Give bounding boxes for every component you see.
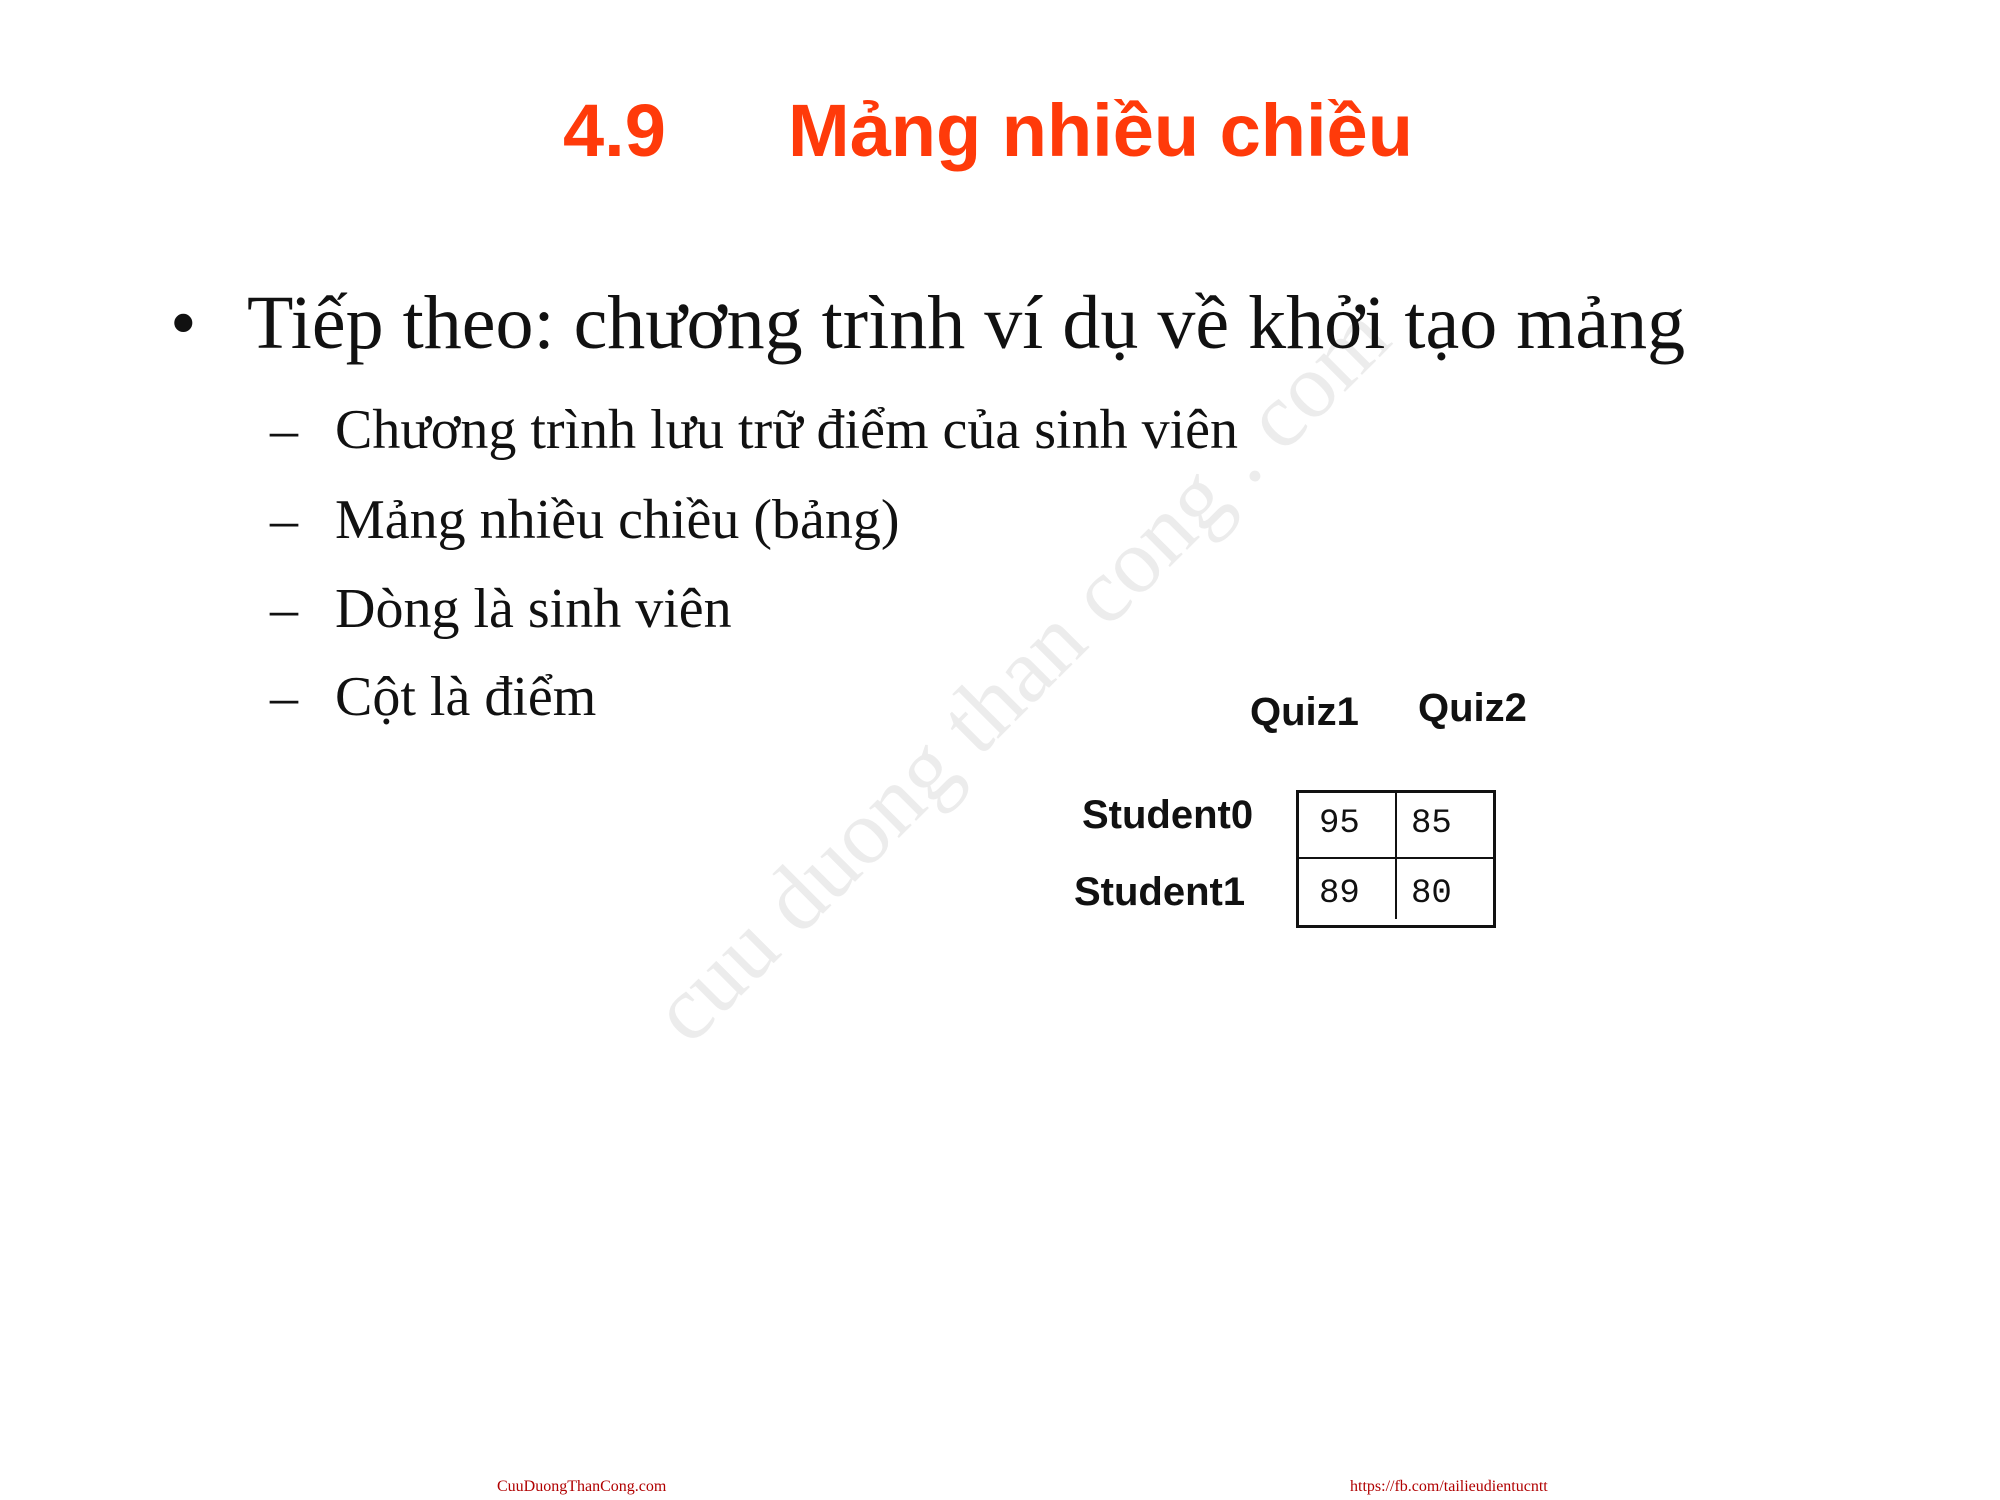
table-cell: 95 — [1319, 805, 1360, 843]
title-text: Mảng nhiều chiều — [788, 89, 1413, 172]
row-header-student0: Student0 — [1082, 793, 1254, 837]
section-number: 4.9 — [563, 89, 666, 172]
table-cell: 89 — [1319, 875, 1360, 913]
dash-icon: – — [270, 578, 298, 640]
slide: cuu duong than cong . com 4.9 Mảng nhiều… — [0, 0, 2000, 1500]
table-cell: 85 — [1411, 805, 1452, 843]
table-grid: 95 85 89 80 — [1296, 790, 1496, 928]
footer-left-link[interactable]: CuuDuongThanCong.com — [497, 1478, 666, 1496]
sub-item-text: Mảng nhiều chiều (bảng) — [335, 489, 900, 551]
row-header-student1: Student1 — [1074, 870, 1246, 914]
grid-column-divider — [1395, 793, 1397, 919]
sub-item-text: Cột là điểm — [335, 666, 597, 728]
dash-icon: – — [270, 489, 298, 551]
bullet-text: Tiếp theo: chương trình ví dụ về khởi tạ… — [247, 281, 1686, 365]
dash-icon: – — [270, 666, 298, 728]
footer-right-link[interactable]: https://fb.com/tailieudientucntt — [1350, 1478, 1548, 1496]
dash-icon: – — [270, 399, 298, 461]
table-cell: 80 — [1411, 875, 1452, 913]
column-header-quiz2: Quiz2 — [1418, 686, 1527, 730]
bullet-icon: • — [170, 281, 197, 365]
sub-item-text: Chương trình lưu trữ điểm của sinh viên — [335, 399, 1238, 461]
sub-item-text: Dòng là sinh viên — [335, 578, 732, 640]
slide-title: 4.9 Mảng nhiều chiều — [0, 88, 2000, 188]
column-header-quiz1: Quiz1 — [1250, 690, 1359, 734]
